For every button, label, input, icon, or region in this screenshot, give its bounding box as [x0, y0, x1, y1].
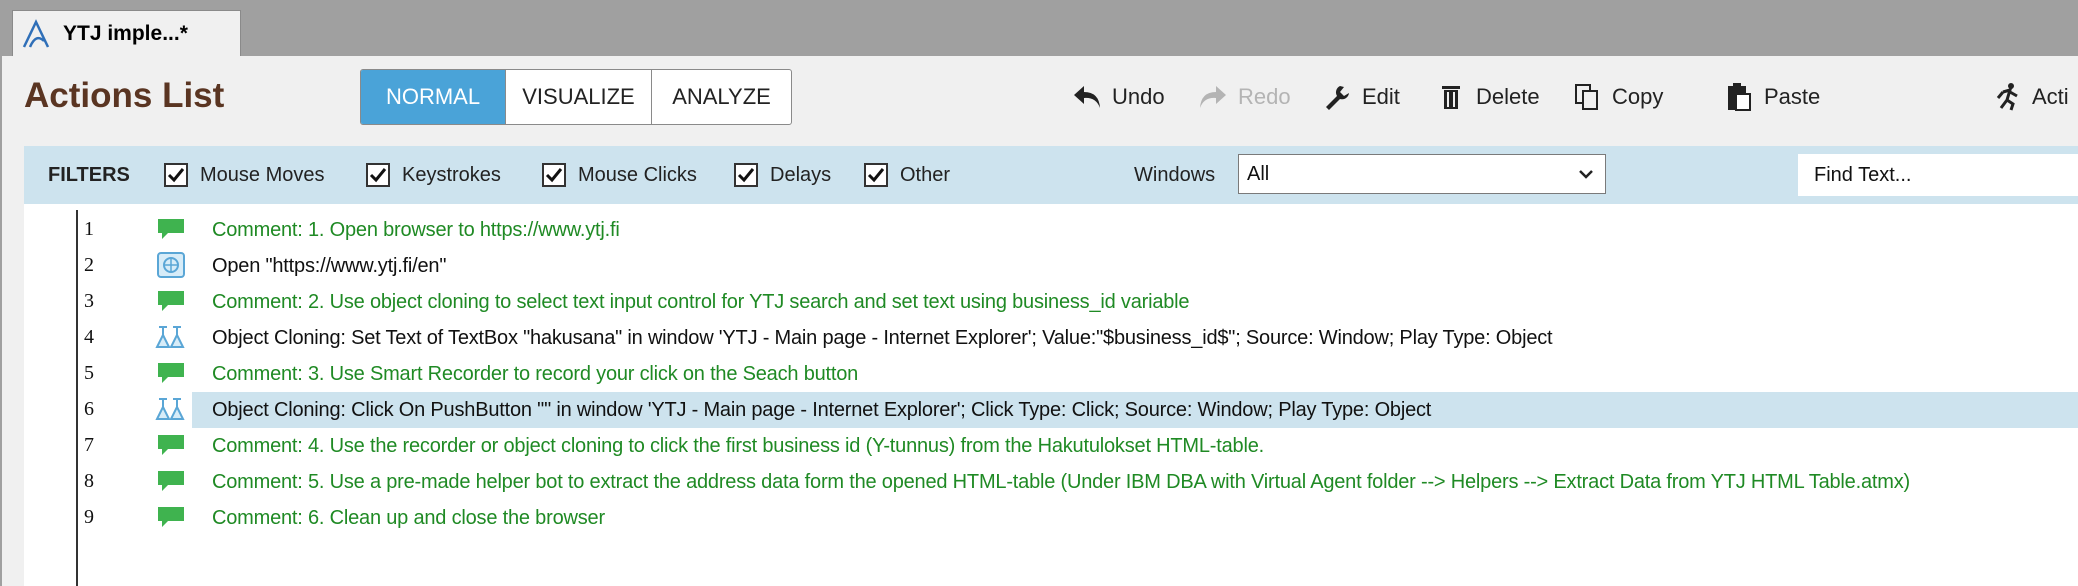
comment-icon [154, 502, 188, 532]
mode-normal-button[interactable]: NORMAL [361, 70, 505, 124]
action-text: Open "https://www.ytj.fi/en" [212, 255, 447, 277]
copy-icon [1572, 82, 1602, 112]
redo-icon [1198, 82, 1228, 112]
list-item[interactable]: 8 Comment: 5. Use a pre-made helper bot … [24, 464, 2078, 500]
filter-mouse-clicks-checkbox[interactable]: Mouse Clicks [542, 161, 697, 189]
wrench-icon [1322, 82, 1352, 112]
comment-icon [154, 286, 188, 316]
action-text: Comment: 1. Open browser to https://www.… [212, 219, 620, 241]
list-item-selected[interactable]: 6 Object Cloning: Click On PushButton ""… [24, 392, 2078, 428]
delete-label: Delete [1476, 84, 1540, 109]
line-number: 1 [84, 218, 94, 240]
delete-button[interactable]: Delete [1436, 78, 1540, 116]
chevron-down-icon [1577, 163, 1595, 191]
checkbox-checked-icon [734, 163, 758, 187]
filters-label: FILTERS [48, 164, 130, 186]
object-cloning-icon [154, 394, 188, 424]
windows-select-value: All [1247, 162, 1270, 185]
list-item[interactable]: 1 Comment: 1. Open browser to https://ww… [24, 212, 2078, 248]
comment-icon [154, 466, 188, 496]
filter-other-label: Other [900, 163, 951, 186]
filter-other-checkbox[interactable]: Other [864, 161, 950, 189]
action-text: Comment: 6. Clean up and close the brows… [212, 507, 605, 529]
line-number: 8 [84, 470, 94, 492]
actions-label: Acti [2032, 84, 2069, 109]
list-item[interactable]: 9 Comment: 6. Clean up and close the bro… [24, 500, 2078, 536]
running-man-icon [1992, 82, 2022, 112]
actions-button[interactable]: Acti [1992, 78, 2069, 116]
list-item[interactable]: 7 Comment: 4. Use the recorder or object… [24, 428, 2078, 464]
paste-label: Paste [1764, 84, 1821, 109]
line-number: 2 [84, 254, 94, 276]
redo-label: Redo [1238, 84, 1291, 109]
filter-mouse-clicks-label: Mouse Clicks [578, 163, 697, 186]
document-tab[interactable]: YTJ imple...* [12, 10, 241, 56]
copy-label: Copy [1612, 84, 1664, 109]
paste-icon [1724, 82, 1754, 112]
action-text: Comment: 3. Use Smart Recorder to record… [212, 363, 859, 385]
list-item[interactable]: 4 Object Cloning: Set Text of TextBox "h… [24, 320, 2078, 356]
action-text: Comment: 5. Use a pre-made helper bot to… [212, 471, 1910, 493]
undo-icon [1072, 82, 1102, 112]
action-text: Comment: 4. Use the recorder or object c… [212, 435, 1264, 457]
paste-button[interactable]: Paste [1724, 78, 1820, 116]
checkbox-checked-icon [164, 163, 188, 187]
trash-icon [1436, 82, 1466, 112]
list-item[interactable]: 2 Open "https://www.ytj.fi/en" [24, 248, 2078, 284]
browser-icon [154, 250, 188, 280]
copy-button[interactable]: Copy [1572, 78, 1663, 116]
comment-icon [154, 358, 188, 388]
list-item[interactable]: 5 Comment: 3. Use Smart Recorder to reco… [24, 356, 2078, 392]
find-text-input[interactable]: Find Text... [1798, 154, 2078, 196]
filter-bar: FILTERS Mouse Moves Keystrokes Mouse Cli… [24, 146, 2078, 204]
list-item[interactable]: 3 Comment: 2. Use object cloning to sele… [24, 284, 2078, 320]
actions-list: 1 Comment: 1. Open browser to https://ww… [24, 204, 2078, 586]
filter-keystrokes-label: Keystrokes [402, 163, 501, 186]
action-text: Object Cloning: Set Text of TextBox "hak… [212, 327, 1553, 349]
line-number: 7 [84, 434, 94, 456]
windows-select[interactable]: All [1238, 154, 1606, 194]
page-title: Actions List [24, 76, 225, 115]
view-mode-switcher: NORMAL VISUALIZE ANALYZE [360, 69, 792, 125]
line-number: 4 [84, 326, 94, 348]
document-tabstrip: YTJ imple...* [0, 0, 2078, 56]
checkbox-checked-icon [366, 163, 390, 187]
filter-mouse-moves-label: Mouse Moves [200, 163, 325, 186]
line-number: 6 [84, 398, 94, 420]
action-text: Object Cloning: Click On PushButton "" i… [212, 399, 1432, 421]
checkbox-checked-icon [542, 163, 566, 187]
automation-anywhere-logo-icon [19, 17, 53, 51]
edit-label: Edit [1362, 84, 1400, 109]
find-text-placeholder: Find Text... [1814, 163, 1912, 186]
actions-list-panel: Actions List NORMAL VISUALIZE ANALYZE Un… [2, 56, 2078, 586]
object-cloning-icon [154, 322, 188, 352]
filter-mouse-moves-checkbox[interactable]: Mouse Moves [164, 161, 325, 189]
comment-icon [154, 430, 188, 460]
checkbox-checked-icon [864, 163, 888, 187]
line-number: 9 [84, 506, 94, 528]
filter-delays-checkbox[interactable]: Delays [734, 161, 831, 189]
mode-analyze-button[interactable]: ANALYZE [651, 70, 791, 124]
line-number: 5 [84, 362, 94, 384]
windows-label: Windows [1134, 164, 1216, 186]
action-text: Comment: 2. Use object cloning to select… [212, 291, 1190, 313]
edit-button[interactable]: Edit [1322, 78, 1400, 116]
undo-label: Undo [1112, 84, 1165, 109]
document-tab-title: YTJ imple...* [63, 21, 188, 45]
redo-button[interactable]: Redo [1198, 78, 1291, 116]
filter-keystrokes-checkbox[interactable]: Keystrokes [366, 161, 501, 189]
undo-button[interactable]: Undo [1072, 78, 1165, 116]
comment-icon [154, 214, 188, 244]
mode-visualize-button[interactable]: VISUALIZE [505, 70, 651, 124]
line-number: 3 [84, 290, 94, 312]
filter-delays-label: Delays [770, 163, 832, 186]
